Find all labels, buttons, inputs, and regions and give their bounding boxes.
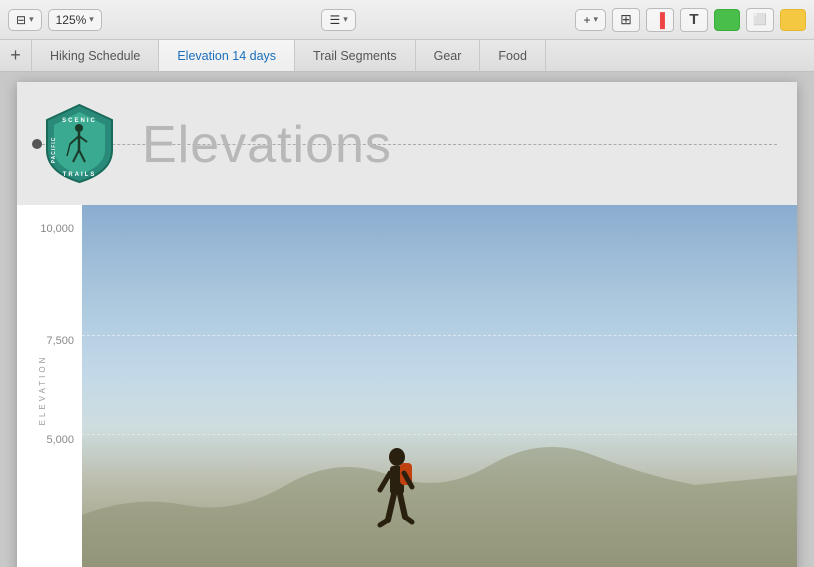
dashed-dot xyxy=(32,139,42,149)
chart-plot xyxy=(82,205,797,567)
toolbar-left-controls: ⊟ ▾ 125% ▾ xyxy=(8,9,102,31)
tab-hiking-schedule[interactable]: Hiking Schedule xyxy=(32,40,159,71)
svg-text:PACIFIC: PACIFIC xyxy=(51,137,57,164)
tab-food-label: Food xyxy=(498,49,527,63)
y-label-7500: 7,500 xyxy=(46,335,74,347)
main-content: SCENIC TRAILS PACIFIC Elevations ELEVATI… xyxy=(0,72,814,567)
list-icon: ☰ xyxy=(329,13,340,27)
tab-bar: + Hiking Schedule Elevation 14 days Trai… xyxy=(0,40,814,72)
terrain-svg xyxy=(82,395,797,567)
shape-btn[interactable] xyxy=(714,9,740,31)
insert-chevron: ▾ xyxy=(593,14,598,25)
table-btn[interactable]: ⊞ xyxy=(612,8,640,32)
insert-plus-icon: + xyxy=(583,13,590,27)
tab-trail-segments-label: Trail Segments xyxy=(313,49,397,63)
text-icon: T xyxy=(689,11,698,28)
view-toggle-btn[interactable]: ⊟ ▾ xyxy=(8,9,42,31)
zoom-btn[interactable]: 125% ▾ xyxy=(48,9,102,31)
insert-btn[interactable]: + ▾ xyxy=(575,9,606,31)
table-icon: ⊞ xyxy=(620,11,632,28)
add-tab-icon: + xyxy=(10,45,21,66)
tab-food[interactable]: Food xyxy=(480,40,546,71)
y-axis: ELEVATION 10,000 7,500 5,000 xyxy=(17,205,82,567)
grid-line-7500 xyxy=(82,335,797,336)
page-title: Elevations xyxy=(142,115,392,175)
hiker-figure xyxy=(372,445,422,540)
tab-elevation-14-days-label: Elevation 14 days xyxy=(177,49,276,63)
document-area: SCENIC TRAILS PACIFIC Elevations ELEVATI… xyxy=(0,72,814,567)
toolbar-center-controls: ☰ ▾ xyxy=(110,9,568,31)
svg-text:SCENIC: SCENIC xyxy=(62,118,97,124)
view-icon: ⊟ xyxy=(16,13,26,27)
tab-elevation-14-days[interactable]: Elevation 14 days xyxy=(159,40,295,71)
logo-container: SCENIC TRAILS PACIFIC xyxy=(37,100,122,190)
chart-btn[interactable]: ▐ xyxy=(646,8,674,32)
image-icon: ⬜ xyxy=(753,13,767,26)
person-silhouette xyxy=(372,445,422,545)
toolbar: ⊟ ▾ 125% ▾ ☰ ▾ + ▾ ⊞ ▐ T ⬜ xyxy=(0,0,814,40)
tab-trail-segments[interactable]: Trail Segments xyxy=(295,40,416,71)
page: SCENIC TRAILS PACIFIC Elevations ELEVATI… xyxy=(17,82,797,567)
tab-gear[interactable]: Gear xyxy=(416,40,481,71)
scenic-trails-logo: SCENIC TRAILS PACIFIC xyxy=(37,100,122,185)
zoom-chevron: ▾ xyxy=(89,14,94,25)
list-chevron: ▾ xyxy=(343,14,348,25)
y-axis-title: ELEVATION xyxy=(38,355,47,426)
toolbar-right-controls: + ▾ ⊞ ▐ T ⬜ xyxy=(575,8,806,32)
tab-gear-label: Gear xyxy=(434,49,462,63)
chart-area: ELEVATION 10,000 7,500 5,000 xyxy=(17,205,797,567)
text-btn[interactable]: T xyxy=(680,8,708,32)
y-label-5000: 5,000 xyxy=(46,434,74,446)
add-tab-btn[interactable]: + xyxy=(0,40,32,71)
svg-text:TRAILS: TRAILS xyxy=(63,172,97,178)
y-label-10000: 10,000 xyxy=(40,223,74,235)
page-header: SCENIC TRAILS PACIFIC Elevations xyxy=(17,82,797,205)
image-btn[interactable]: ⬜ xyxy=(746,8,774,32)
chart-icon: ▐ xyxy=(655,12,665,28)
list-view-btn[interactable]: ☰ ▾ xyxy=(321,9,355,31)
terrain-area xyxy=(82,395,797,567)
zoom-label: 125% xyxy=(56,13,87,27)
tab-hiking-schedule-label: Hiking Schedule xyxy=(50,49,140,63)
comment-btn[interactable] xyxy=(780,9,806,31)
view-chevron: ▾ xyxy=(29,14,34,25)
